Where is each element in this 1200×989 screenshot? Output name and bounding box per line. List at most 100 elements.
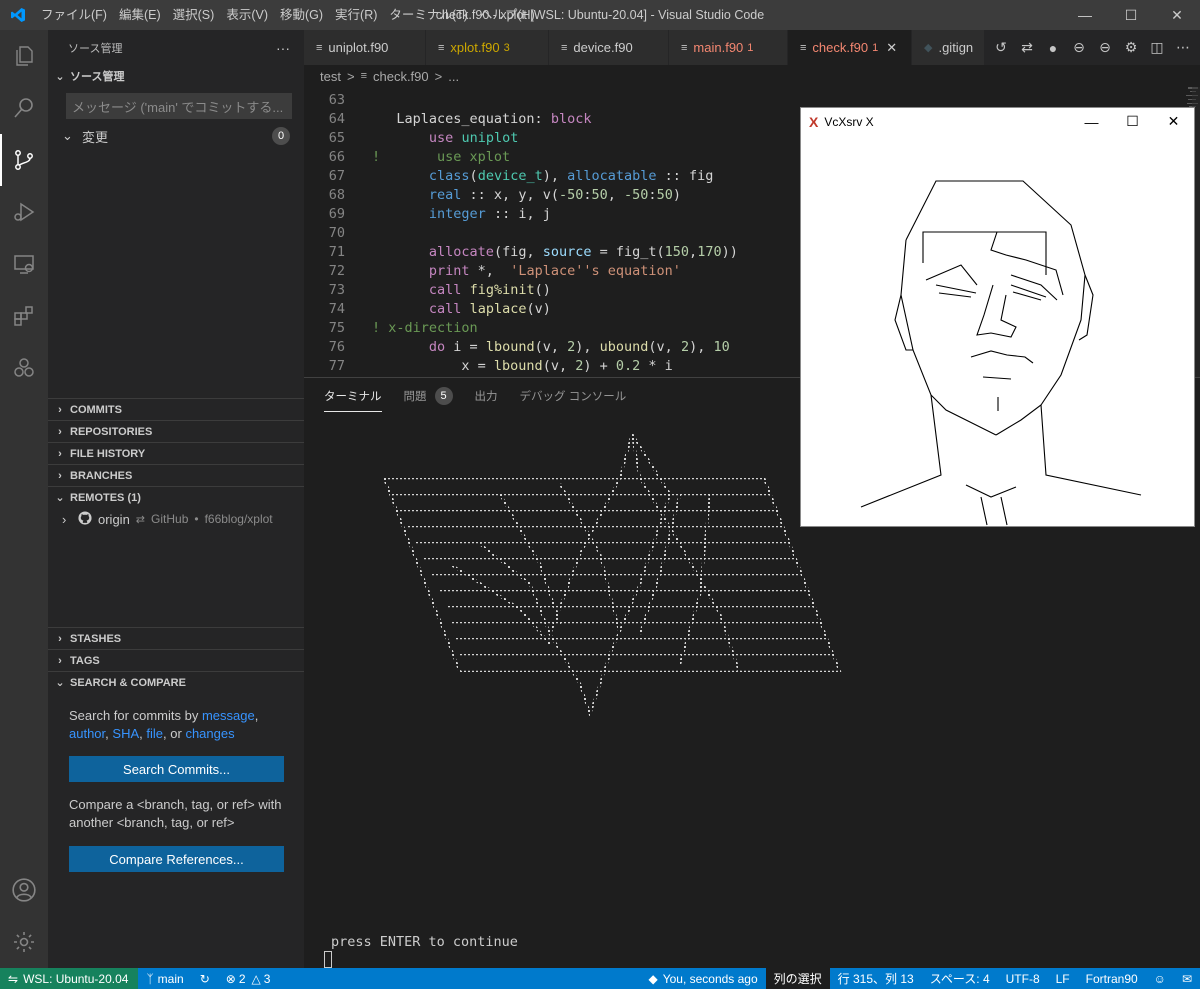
tags-section[interactable]: › TAGS: [48, 649, 304, 671]
menu-selection[interactable]: 選択(S): [167, 0, 221, 30]
indentation-indicator[interactable]: スペース: 4: [922, 968, 998, 989]
minimize-icon[interactable]: —: [1071, 108, 1112, 135]
tab-terminal[interactable]: ターミナル: [324, 378, 382, 414]
tab-label: check.f90: [812, 40, 869, 55]
menu-go[interactable]: 移動(G): [274, 0, 329, 30]
remote-name: origin: [98, 511, 130, 527]
sync-button[interactable]: ↻: [192, 968, 218, 989]
history-icon[interactable]: ↺: [988, 39, 1014, 56]
line-number: 66: [328, 149, 345, 165]
extensions-icon[interactable]: [0, 290, 48, 342]
previous-commit-icon[interactable]: ⊖: [1066, 39, 1092, 56]
problems-indicator[interactable]: ⊗ 2 △ 3: [218, 968, 279, 989]
scm-section-header[interactable]: ⌄ ソース管理: [48, 65, 304, 87]
line-number: 76: [328, 339, 345, 355]
more-actions-icon[interactable]: ···: [276, 40, 290, 56]
eol-indicator[interactable]: LF: [1048, 968, 1078, 989]
menu-view[interactable]: 表示(V): [220, 0, 274, 30]
breadcrumb-more[interactable]: ...: [448, 69, 459, 84]
minimize-icon[interactable]: —: [1062, 0, 1108, 30]
file-lines-icon: ≡: [800, 41, 807, 54]
search-link-changes[interactable]: changes: [185, 726, 234, 741]
compare-changes-icon[interactable]: ⇄: [1014, 39, 1040, 56]
explorer-icon[interactable]: [0, 30, 48, 82]
remote-origin-item[interactable]: › origin ⇄ GitHub • f66blog/xplot: [48, 508, 304, 530]
encoding-indicator[interactable]: UTF-8: [998, 968, 1048, 989]
close-icon[interactable]: ✕: [1153, 108, 1194, 135]
gitignore-icon: ◆: [924, 42, 933, 54]
remote-indicator[interactable]: ⇋ WSL: Ubuntu-20.04: [0, 968, 139, 989]
source-control-icon[interactable]: [0, 134, 48, 186]
tab-xplot[interactable]: ≡ xplot.f90 3: [426, 30, 549, 65]
search-commits-button[interactable]: Search Commits...: [69, 756, 284, 782]
next-commit-icon[interactable]: ⊖: [1092, 39, 1118, 56]
tab-error-count: 1: [872, 41, 879, 54]
branch-indicator[interactable]: ᛉ main: [138, 968, 191, 989]
branches-section[interactable]: › BRANCHES: [48, 464, 304, 486]
chevron-right-icon: ›: [58, 654, 62, 667]
gitlens-icon[interactable]: [0, 342, 48, 394]
run-debug-icon[interactable]: [0, 186, 48, 238]
tab-output[interactable]: 出力: [475, 378, 498, 414]
line-number: 77: [328, 358, 345, 374]
breadcrumb-file[interactable]: check.f90: [373, 69, 429, 84]
tab-device[interactable]: ≡ device.f90: [549, 30, 669, 65]
menu-help[interactable]: ヘルプ(H): [474, 0, 541, 30]
menu-file[interactable]: ファイル(F): [35, 0, 113, 30]
commit-message-input[interactable]: メッセージ ('main' でコミットする...: [66, 93, 292, 119]
close-tab-icon[interactable]: ✕: [886, 40, 897, 56]
search-icon[interactable]: [0, 82, 48, 134]
remote-label: WSL: Ubuntu-20.04: [23, 971, 129, 986]
tab-label: デバッグ コンソール: [519, 391, 627, 403]
line-number: 65: [328, 130, 345, 146]
chevron-down-icon: ⌄: [55, 70, 65, 83]
file-history-section[interactable]: › FILE HISTORY: [48, 442, 304, 464]
remote-explorer-icon[interactable]: [0, 238, 48, 290]
cursor-position[interactable]: 行 315、列 13: [830, 968, 922, 989]
menu-run[interactable]: 実行(R): [329, 0, 383, 30]
line-number: 67: [328, 168, 345, 184]
commit-icon[interactable]: ●: [1040, 40, 1066, 56]
git-blame-indicator[interactable]: ◆ You, seconds ago: [640, 968, 765, 989]
close-icon[interactable]: ✕: [1154, 0, 1200, 30]
chevron-right-icon: ›: [62, 511, 67, 527]
feedback-icon[interactable]: ☺: [1146, 968, 1174, 989]
chevron-right-icon: ›: [58, 469, 62, 482]
line-number: 69: [328, 206, 345, 222]
compare-references-button[interactable]: Compare References...: [69, 846, 284, 872]
manage-gear-icon[interactable]: [0, 916, 48, 968]
breadcrumb-folder[interactable]: test: [320, 69, 341, 84]
tab-uniplot[interactable]: ≡ uniplot.f90: [304, 30, 426, 65]
selection-mode-indicator[interactable]: 列の選択: [765, 968, 830, 989]
menu-edit[interactable]: 編集(E): [113, 0, 167, 30]
activity-bar: [0, 30, 48, 968]
search-or: , or: [163, 726, 182, 741]
maximize-icon[interactable]: ☐: [1108, 0, 1154, 30]
menu-terminal[interactable]: ターミナル(T): [383, 0, 473, 30]
maximize-icon[interactable]: ☐: [1112, 108, 1153, 135]
search-link-message[interactable]: message: [202, 708, 255, 723]
search-link-author[interactable]: author: [69, 726, 105, 741]
remotes-section[interactable]: ⌄ REMOTES (1): [48, 486, 304, 508]
search-link-sha[interactable]: SHA: [112, 726, 139, 741]
tab-debug-console[interactable]: デバッグ コンソール: [520, 378, 627, 414]
changes-group[interactable]: ⌄ 変更 0: [48, 125, 304, 147]
tab-problems[interactable]: 問題 5: [404, 378, 453, 414]
tab-label: ターミナル: [324, 391, 382, 403]
file-lines-icon: ≡: [561, 41, 568, 54]
commits-section[interactable]: › COMMITS: [48, 398, 304, 420]
tab-main[interactable]: ≡ main.f90 1: [669, 30, 788, 65]
problems-count-badge: 5: [434, 387, 453, 405]
xsrv-window[interactable]: X VcXsrv X — ☐ ✕: [800, 107, 1195, 527]
language-mode[interactable]: Fortran90: [1078, 968, 1146, 989]
stashes-section[interactable]: › STASHES: [48, 627, 304, 649]
more-actions-icon[interactable]: ⋯: [1170, 39, 1196, 56]
search-link-file[interactable]: file: [146, 726, 163, 741]
split-editor-icon[interactable]: ◫: [1144, 39, 1170, 56]
notifications-bell-icon[interactable]: ✉: [1174, 968, 1200, 989]
git-graph-icon[interactable]: ⚙: [1118, 39, 1144, 56]
account-icon[interactable]: [0, 864, 48, 916]
search-compare-section[interactable]: ⌄ SEARCH & COMPARE: [48, 671, 304, 693]
repositories-section[interactable]: › REPOSITORIES: [48, 420, 304, 442]
tab-check[interactable]: ≡ check.f90 1 ✕: [788, 30, 912, 65]
